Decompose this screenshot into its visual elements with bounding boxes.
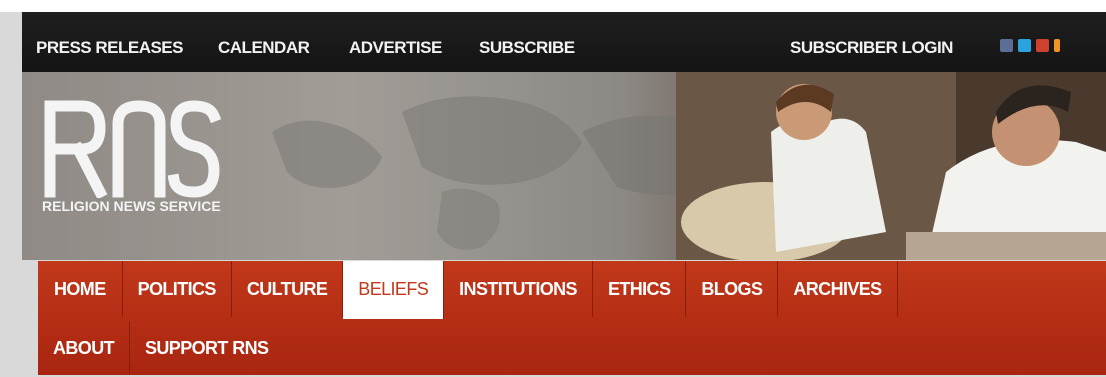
nav-item-beliefs[interactable]: BELIEFS: [343, 261, 445, 319]
nav-item-archives[interactable]: ARCHIVES: [778, 261, 898, 317]
nav-item-politics[interactable]: POLITICS: [123, 261, 232, 317]
main-navigation: HOME POLITICS CULTURE BELIEFS INSTITUTIO…: [38, 261, 1106, 375]
logo-subtitle: RELIGION NEWS SERVICE: [42, 198, 221, 214]
nav-item-support-rns[interactable]: SUPPORT RNS: [130, 321, 283, 375]
top-strip: [0, 0, 1106, 12]
calendar-link[interactable]: CALENDAR: [218, 38, 310, 58]
subscribe-link[interactable]: SUBSCRIBE: [479, 38, 575, 58]
nav-item-institutions[interactable]: INSTITUTIONS: [444, 261, 593, 317]
rss-icon[interactable]: [1054, 39, 1060, 52]
rns-logo-letters: [44, 100, 222, 200]
nav-item-blogs[interactable]: BLOGS: [686, 261, 779, 317]
nav-item-about[interactable]: ABOUT: [38, 321, 130, 375]
facebook-icon[interactable]: [1000, 39, 1013, 52]
rns-logo[interactable]: RELIGION NEWS SERVICE: [42, 94, 242, 244]
nav-row-secondary: ABOUT SUPPORT RNS: [38, 321, 283, 377]
nav-item-home[interactable]: HOME: [38, 261, 123, 317]
masthead-banner: RELIGION NEWS SERVICE: [22, 72, 1106, 260]
header-photo: [676, 72, 1106, 260]
nav-item-ethics[interactable]: ETHICS: [593, 261, 687, 317]
press-releases-link[interactable]: PRESS RELEASES: [36, 38, 184, 58]
subscriber-login-link[interactable]: SUBSCRIBER LOGIN: [790, 38, 953, 58]
nav-item-culture[interactable]: CULTURE: [232, 261, 344, 317]
nav-row-primary: HOME POLITICS CULTURE BELIEFS INSTITUTIO…: [38, 261, 898, 319]
advertise-link[interactable]: ADVERTISE: [349, 38, 442, 58]
top-utility-bar: PRESS RELEASES CALENDAR ADVERTISE SUBSCR…: [22, 12, 1106, 72]
google-plus-icon[interactable]: [1036, 39, 1049, 52]
twitter-icon[interactable]: [1018, 39, 1031, 52]
